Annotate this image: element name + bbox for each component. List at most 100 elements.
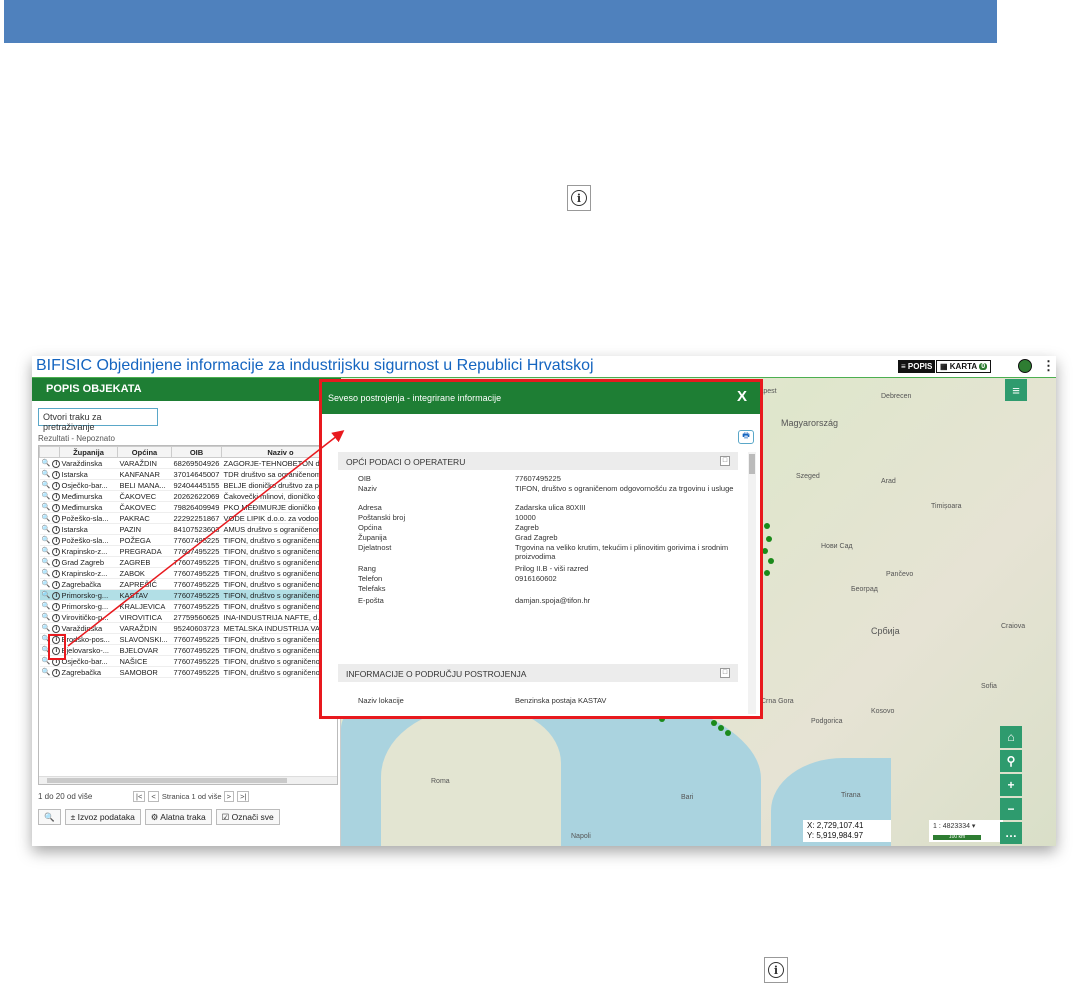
zoom-to-icon[interactable]: 🔍 (42, 669, 51, 676)
zoom-to-icon[interactable]: 🔍 (42, 504, 51, 511)
zoom-to-icon[interactable]: 🔍 (42, 460, 51, 467)
info-icon[interactable]: i (52, 581, 60, 589)
map-marker[interactable] (711, 720, 717, 726)
table-row[interactable]: 🔍 i Međimurska ČAKOVEC 20262622069 Čakovečki… (39, 490, 337, 502)
info-icon[interactable]: i (52, 504, 60, 512)
map-marker[interactable] (764, 570, 770, 576)
select-all-button[interactable]: ☑ Označi sve (215, 809, 280, 825)
first-page-button[interactable]: |< (133, 791, 146, 802)
column-header[interactable]: Općina (117, 446, 172, 458)
search-button[interactable]: 🔍 (38, 809, 61, 825)
info-icon[interactable]: i (52, 526, 60, 534)
table-row[interactable]: 🔍 i Međimurska ČAKOVEC 79826409949 PKO MEĐIM… (39, 501, 337, 513)
map-marker[interactable] (766, 536, 772, 542)
table-cell: 77607495225 (171, 545, 222, 557)
table-cell: 77607495225 (171, 578, 222, 590)
scale-selector[interactable]: 1 : 4823334 ▾ 100 km (929, 820, 1003, 842)
last-page-button[interactable]: >| (237, 791, 250, 802)
table-row[interactable]: 🔍 i Krapinsko-z... ZABOK 77607495225 TIFON, … (39, 567, 337, 579)
table-row[interactable]: 🔍 i Primorsko-g... KASTAV 77607495225 TIFON,… (39, 589, 337, 601)
zoom-to-icon[interactable]: 🔍 (42, 548, 51, 555)
export-data-button[interactable]: ± Izvoz podataka (64, 809, 141, 825)
toolbar-button[interactable]: ⚙ Alatna traka (144, 809, 212, 825)
vertical-scrollbar[interactable] (748, 452, 756, 714)
info-icon[interactable]: i (52, 625, 60, 633)
karta-button[interactable]: ▦ KARTA 0 (936, 360, 992, 373)
close-button[interactable]: X (737, 388, 747, 405)
info-icon[interactable]: i (52, 482, 60, 490)
zoom-to-icon[interactable]: 🔍 (42, 614, 51, 621)
zoom-to-icon[interactable]: 🔍 (42, 603, 51, 610)
info-icon[interactable]: i (52, 559, 60, 567)
table-row[interactable]: 🔍 i Osječko-bar... NAŠICE 77607495225 TIFON,… (39, 655, 337, 667)
table-row[interactable]: 🔍 i Varaždinska VARAŽDIN 68269504926 ZAGORJE… (39, 457, 337, 469)
zoom-to-icon[interactable]: 🔍 (42, 493, 51, 500)
horizontal-scrollbar[interactable] (39, 776, 337, 784)
table-row[interactable]: 🔍 i Grad Zagreb ZAGREB 77607495225 TIFON, dr… (39, 556, 337, 568)
table-row[interactable]: 🔍 i Brodsko-pos... SLAVONSKI... 77607495225… (39, 633, 337, 645)
table-row[interactable]: 🔍 i Zagrebačka ZAPREŠIĆ 77607495225 TIFON, d… (39, 578, 337, 590)
table-cell: 37014645007 (171, 468, 222, 480)
table-row[interactable]: 🔍 i Primorsko-g... KRALJEVICA 77607495225 TI… (39, 600, 337, 612)
table-cell: ČAKOVEC (117, 490, 172, 502)
field-value: 0916160602 (515, 574, 557, 583)
print-icon[interactable]: 🖶 (738, 430, 754, 444)
zoom-to-icon[interactable]: 🔍 (42, 482, 51, 489)
map-layers-menu-icon[interactable]: ≡ (1005, 379, 1027, 401)
paging-info: 1 do 20 od više (38, 792, 93, 801)
info-icon[interactable]: i (52, 493, 60, 501)
info-icon[interactable]: i (52, 570, 60, 578)
table-row[interactable]: 🔍 i Zagrebačka SAMOBOR 77607495225 TIFON, dr… (39, 666, 337, 678)
collapse-icon[interactable]: □ (720, 456, 730, 466)
open-search-bar-button[interactable]: Otvori traku za pretraživanje (38, 408, 158, 432)
collapse-icon[interactable]: □ (720, 668, 730, 678)
next-page-button[interactable]: > (223, 791, 235, 802)
map-marker[interactable] (725, 730, 731, 736)
info-icon[interactable]: i (52, 537, 60, 545)
column-header[interactable]: Županija (59, 446, 118, 458)
table-row[interactable]: 🔍 i Požeško-sla... PAKRAC 22292251867 VODE L… (39, 512, 337, 524)
info-icon[interactable]: i (52, 614, 60, 622)
column-header[interactable]: OIB (171, 446, 222, 458)
info-icon[interactable]: i (52, 669, 60, 677)
zoom-to-icon[interactable]: 🔍 (42, 570, 51, 577)
zoom-to-icon[interactable]: 🔍 (42, 581, 51, 588)
info-icon[interactable]: i (52, 515, 60, 523)
zoom-to-icon[interactable]: 🔍 (42, 515, 51, 522)
info-icon[interactable]: i (52, 471, 60, 479)
info-icon[interactable]: i (52, 592, 60, 600)
map-marker[interactable] (764, 523, 770, 529)
table-row[interactable]: 🔍 i Istarska KANFANAR 37014645007 TDR društv… (39, 468, 337, 480)
zoom-to-icon[interactable]: 🔍 (42, 471, 51, 478)
table-row[interactable]: 🔍 i Požeško-sla... POŽEGA 77607495225 TIFON,… (39, 534, 337, 546)
section-location-header[interactable]: INFORMACIJE O PODRUČJU POSTROJENJA □ (338, 664, 738, 682)
home-icon[interactable]: ⌂ (1000, 726, 1022, 748)
zoom-out-button[interactable]: − (1000, 798, 1022, 820)
zoom-in-button[interactable]: + (1000, 774, 1022, 796)
table-cell: KASTAV (117, 589, 172, 601)
table-row[interactable]: 🔍 i Istarska PAZIN 84107523603 AMUS društvo … (39, 523, 337, 535)
user-avatar-icon[interactable] (1018, 359, 1032, 373)
info-icon[interactable]: i (52, 460, 60, 468)
section-operator-header[interactable]: OPĆI PODACI O OPERATERU □ (338, 452, 738, 470)
info-icon[interactable]: i (52, 548, 60, 556)
zoom-to-icon[interactable]: 🔍 (42, 592, 51, 599)
info-icon[interactable]: i (52, 603, 60, 611)
zoom-to-icon[interactable]: 🔍 (42, 625, 51, 632)
table-row[interactable]: 🔍 i Varaždinska VARAŽDIN 95240603723 METALSK… (39, 622, 337, 634)
more-tools-button[interactable]: … (1000, 822, 1022, 844)
map-marker[interactable] (718, 725, 724, 731)
zoom-to-icon[interactable]: 🔍 (42, 537, 51, 544)
kebab-menu-icon[interactable]: ⋮ (1042, 358, 1055, 374)
table-row[interactable]: 🔍 i Virovitičko-p... VIROVITICA 27759560625… (39, 611, 337, 623)
italy-land (381, 708, 561, 846)
zoom-to-icon[interactable]: 🔍 (42, 559, 51, 566)
table-row[interactable]: 🔍 i Bjelovarsko-... BJELOVAR 77607495225 TIF… (39, 644, 337, 656)
table-row[interactable]: 🔍 i Osječko-bar... BELI MANA... 92404445155… (39, 479, 337, 491)
prev-page-button[interactable]: < (148, 791, 159, 802)
popis-button[interactable]: ≡ POPIS (898, 360, 936, 373)
locate-icon[interactable]: ⚲ (1000, 750, 1022, 772)
table-row[interactable]: 🔍 i Krapinsko-z... PREGRADA 77607495225 TIFO… (39, 545, 337, 557)
zoom-to-icon[interactable]: 🔍 (42, 526, 51, 533)
map-marker[interactable] (768, 558, 774, 564)
